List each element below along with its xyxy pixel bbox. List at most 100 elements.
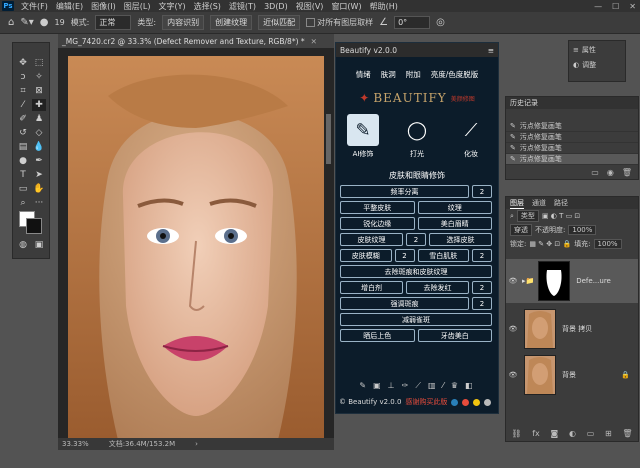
menu-image[interactable]: 图像(I) <box>87 1 120 12</box>
new-group-icon[interactable]: ▭ <box>587 429 595 439</box>
history-item-current[interactable]: ✎ 污点修复画笔 <box>506 154 638 165</box>
tool-dropper-icon[interactable]: ⁄ <box>443 381 444 393</box>
remove-redness-count[interactable]: 2 <box>472 281 492 294</box>
layer-row-bg-copy[interactable]: 👁 背景 拷贝 <box>506 307 638 351</box>
texture-button[interactable]: 纹理 <box>417 201 492 214</box>
camera-icon[interactable]: ◉ <box>607 168 614 177</box>
snow-white-button[interactable]: 雪白肌肤 <box>417 249 469 262</box>
proximity-match-button[interactable]: 近似匹配 <box>258 15 301 30</box>
skin-blur-button[interactable]: 皮肤模糊 <box>340 249 392 262</box>
lasso-tool-icon[interactable]: ↄ <box>16 71 30 83</box>
type-tool-icon[interactable]: T <box>16 169 30 181</box>
history-brush-icon[interactable]: ↺ <box>16 127 30 139</box>
smooth-skin-button[interactable]: 平整皮肤 <box>340 201 415 214</box>
status-arrow-icon[interactable]: › <box>195 440 198 448</box>
hand-tool-icon[interactable]: ✋ <box>32 183 46 195</box>
pressure-icon[interactable]: ◎ <box>436 17 445 28</box>
healing-brush-icon[interactable]: ✚ <box>32 99 46 111</box>
info-dot-icon[interactable] <box>451 398 459 406</box>
menu-filter[interactable]: 滤镜(T) <box>225 1 260 12</box>
menu-window[interactable]: 窗口(W) <box>327 1 365 12</box>
visibility-eye-icon[interactable]: 👁 <box>506 325 520 333</box>
move-tool-icon[interactable]: ✥ <box>16 57 30 69</box>
shape-tool-icon[interactable]: ▭ <box>16 183 30 195</box>
plugin-nav-extra[interactable]: 附加 <box>406 69 421 80</box>
dodge-tool-icon[interactable]: ● <box>16 155 30 167</box>
history-item[interactable]: ✎ 污点修复画笔 <box>506 121 638 132</box>
close-button[interactable]: ✕ <box>629 2 636 11</box>
background-color-swatch[interactable] <box>26 218 42 234</box>
visibility-eye-icon[interactable]: 👁 <box>506 371 520 379</box>
spot-healing-brush-icon[interactable]: ✎▾ <box>20 17 33 28</box>
snow-white-count[interactable]: 2 <box>472 249 492 262</box>
menu-help[interactable]: 帮助(H) <box>366 1 402 12</box>
path-select-icon[interactable]: ➤ <box>32 169 46 181</box>
remove-redness-button[interactable]: 去除发红 <box>406 281 469 294</box>
angle-input[interactable]: 0° <box>394 16 431 29</box>
mode-makeup[interactable]: ⟋ 化妆 <box>450 114 492 164</box>
select-skin-button[interactable]: 选择皮肤 <box>429 233 492 246</box>
eyedropper-icon[interactable]: ⁄ <box>16 99 30 111</box>
screen-mode-icon[interactable]: ▣ <box>32 239 46 251</box>
plugin-nav-emotion[interactable]: 情绪 <box>356 69 371 80</box>
adjustments-item[interactable]: ◐ 调整 <box>569 58 625 71</box>
filter-icons[interactable]: ▣ ◐ T ▭ ⊡ <box>542 212 580 220</box>
opacity-input[interactable]: 100% <box>568 225 597 235</box>
delete-state-icon[interactable]: 🗑 <box>622 168 632 177</box>
tab-layers[interactable]: 图层 <box>510 198 524 209</box>
freq-sep-count[interactable]: 2 <box>472 185 492 198</box>
plugin-nav-skin[interactable]: 肤洞 <box>381 69 396 80</box>
skin-texture-count[interactable]: 2 <box>406 233 426 246</box>
menu-layer[interactable]: 图层(L) <box>120 1 155 12</box>
warning-dot-icon[interactable] <box>473 398 481 406</box>
emphasize-spots-button[interactable]: 强调斑痕 <box>340 297 469 310</box>
tool-pin-icon[interactable]: ⊥ <box>388 381 395 393</box>
content-aware-button[interactable]: 内容识别 <box>162 15 205 30</box>
menu-3d[interactable]: 3D(D) <box>260 2 292 11</box>
eraser-icon[interactable]: ◇ <box>32 127 46 139</box>
history-item[interactable]: ✎ 污点修复画笔 <box>506 132 638 143</box>
magic-wand-icon[interactable]: ✧ <box>32 71 46 83</box>
remove-spots-button[interactable]: 去除斑痕和皮肤纹理 <box>340 265 492 278</box>
sample-all-layers-checkbox[interactable]: 对所有图层取样 <box>306 17 373 28</box>
menu-type[interactable]: 文字(Y) <box>154 1 189 12</box>
layer-row-background[interactable]: 👁 背景 🔒 <box>506 353 638 397</box>
menu-file[interactable]: 文件(F) <box>17 1 52 12</box>
visibility-eye-icon[interactable]: 👁 <box>506 277 520 285</box>
tool-adjust-icon[interactable]: ◧ <box>465 381 473 393</box>
tool-brush-icon[interactable]: ✎ <box>359 381 366 393</box>
add-whitener-button[interactable]: 增白剂 <box>340 281 403 294</box>
clone-stamp-icon[interactable]: ♟ <box>32 113 46 125</box>
skin-blur-count[interactable]: 2 <box>394 249 415 262</box>
zoom-tool-icon[interactable]: ⌕ <box>16 197 30 209</box>
history-tab[interactable]: 历史记录 <box>506 97 638 109</box>
marquee-tool-icon[interactable]: ⬚ <box>32 57 46 69</box>
add-mask-icon[interactable]: ◙ <box>551 429 559 439</box>
layer-row-group[interactable]: 👁 ▸📁 Defe...ure <box>506 259 638 303</box>
freq-sep-button[interactable]: 频率分离 <box>340 185 469 198</box>
new-layer-icon[interactable]: ⊞ <box>605 429 612 439</box>
fx-icon[interactable]: fx <box>532 429 540 439</box>
maximize-button[interactable]: ☐ <box>612 2 619 11</box>
blur-tool-icon[interactable]: 💧 <box>32 141 46 153</box>
tan-button[interactable]: 晒后上色 <box>340 329 415 342</box>
portrait-photo[interactable] <box>68 56 324 440</box>
document-tab[interactable]: _MG_7420.cr2 @ 33.3% (Defect Remover and… <box>58 34 334 48</box>
quick-mask-icon[interactable]: ◍ <box>16 239 30 251</box>
minimize-button[interactable]: — <box>594 2 602 11</box>
kind-filter-select[interactable]: 类型 <box>516 210 539 222</box>
pen-tool-icon[interactable]: ✒ <box>32 155 46 167</box>
checkbox-icon[interactable] <box>306 18 316 27</box>
menu-edit[interactable]: 编辑(E) <box>52 1 87 12</box>
lock-icons[interactable]: ▦ ✎ ✥ ⊡ 🔒 <box>529 240 571 248</box>
delete-layer-icon[interactable]: 🗑 <box>622 429 632 439</box>
mode-select[interactable]: 正常 <box>95 15 132 30</box>
tool-gradient-icon[interactable]: ▥ <box>428 381 436 393</box>
frame-tool-icon[interactable]: ⊠ <box>32 85 46 97</box>
link-layers-icon[interactable]: ⛓ <box>511 429 521 439</box>
create-texture-button[interactable]: 创建纹理 <box>210 15 253 30</box>
vertical-scrollbar[interactable] <box>326 114 331 164</box>
brush-size-value[interactable]: 19 <box>55 18 65 27</box>
menu-select[interactable]: 选择(S) <box>190 1 225 12</box>
record-dot-icon[interactable] <box>462 398 470 406</box>
